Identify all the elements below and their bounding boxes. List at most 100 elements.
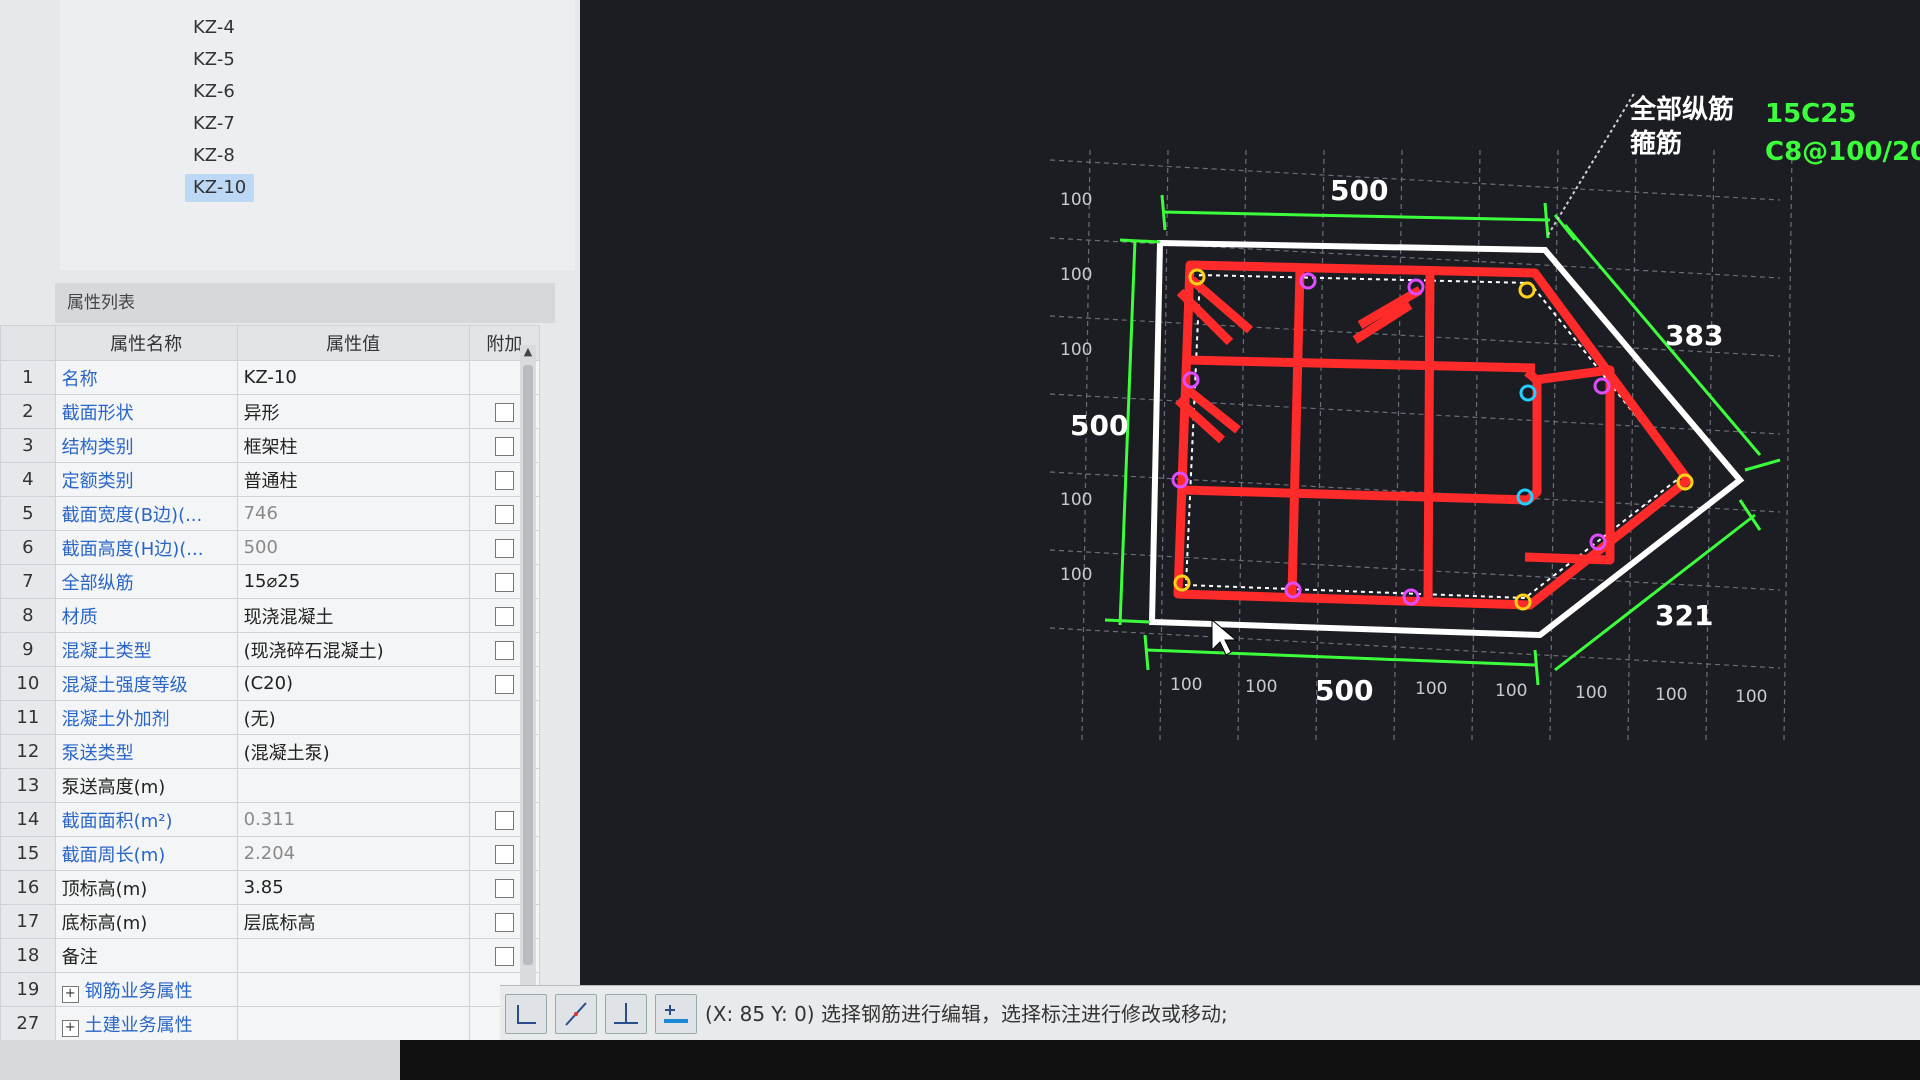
row-number: 2 xyxy=(0,394,56,429)
tree-item[interactable]: KZ-6 xyxy=(185,78,243,106)
property-row[interactable]: 1 名称 KZ-10 xyxy=(0,360,541,395)
property-value[interactable]: 15⌀25 xyxy=(236,564,470,599)
property-value[interactable] xyxy=(236,938,470,973)
property-value[interactable] xyxy=(236,972,470,1007)
extra-checkbox[interactable] xyxy=(494,640,514,660)
property-value[interactable]: 异形 xyxy=(236,394,470,429)
extra-checkbox[interactable] xyxy=(494,878,514,898)
rebar-value[interactable]: 15C25 xyxy=(1765,99,1856,129)
dim-diag-bottom-label[interactable]: 321 xyxy=(1655,599,1713,632)
ortho-icon[interactable] xyxy=(505,994,547,1034)
extra-checkbox[interactable] xyxy=(494,436,514,456)
property-row[interactable]: 15 截面周长(m) 2.204 xyxy=(0,836,541,871)
extra-checkbox[interactable] xyxy=(494,844,514,864)
property-row[interactable]: 12 泵送类型 (混凝土泵) xyxy=(0,734,541,769)
expand-icon[interactable]: + xyxy=(61,985,79,1003)
extra-checkbox[interactable] xyxy=(494,470,514,490)
dimension-tool-icon[interactable] xyxy=(655,994,697,1034)
property-row[interactable]: 19 + 钢筋业务属性 xyxy=(0,972,541,1007)
property-name-text: 截面形状 xyxy=(61,402,134,424)
row-number: 16 xyxy=(0,870,56,905)
extra-checkbox[interactable] xyxy=(494,810,514,830)
tree-item[interactable]: KZ-8 xyxy=(185,142,243,170)
property-row[interactable]: 4 定额类别 普通柱 xyxy=(0,462,541,497)
extra-checkbox[interactable] xyxy=(494,946,514,966)
property-value[interactable]: 普通柱 xyxy=(236,462,470,497)
property-value[interactable] xyxy=(236,768,470,803)
property-row[interactable]: 6 截面高度(H边)(... 500 xyxy=(0,530,541,565)
property-name: 截面高度(H边)(... xyxy=(54,530,238,565)
dim-top-label[interactable]: 500 xyxy=(1330,174,1388,207)
property-value[interactable]: 2.204 xyxy=(236,836,470,871)
scroll-up-icon[interactable]: ▲ xyxy=(520,345,536,361)
row-number: 5 xyxy=(0,496,56,531)
property-value[interactable]: (混凝土泵) xyxy=(236,734,470,769)
tree-item[interactable]: KZ-4 xyxy=(185,14,243,42)
drawing-canvas[interactable]: 100 100 100 100 100 100 100 100 100 100 100 100 xyxy=(580,0,1920,985)
tree-item[interactable]: KZ-7 xyxy=(185,110,243,138)
property-name: + 钢筋业务属性 xyxy=(54,972,238,1007)
property-value[interactable]: 746 xyxy=(236,496,470,531)
property-name: 定额类别 xyxy=(54,462,238,497)
property-name: 混凝土类型 xyxy=(54,632,238,667)
property-row[interactable]: 16 顶标高(m) 3.85 xyxy=(0,870,541,905)
property-name: 截面形状 xyxy=(54,394,238,429)
expand-icon[interactable]: + xyxy=(61,1019,79,1037)
property-value[interactable] xyxy=(236,1006,470,1041)
property-row[interactable]: 5 截面宽度(B边)(... 746 xyxy=(0,496,541,531)
property-value[interactable]: 500 xyxy=(236,530,470,565)
stirrup-value[interactable]: C8@100/200 xyxy=(1765,137,1920,167)
property-value[interactable]: 现浇混凝土 xyxy=(236,598,470,633)
scroll-thumb[interactable] xyxy=(523,365,533,965)
extra-checkbox[interactable] xyxy=(494,606,514,626)
tree-item-selected[interactable]: KZ-10 xyxy=(185,174,255,202)
extra-checkbox[interactable] xyxy=(494,674,514,694)
property-name: 全部纵筋 xyxy=(54,564,238,599)
dim-diag-top-label[interactable]: 383 xyxy=(1665,319,1723,352)
extra-checkbox[interactable] xyxy=(494,504,514,524)
row-number: 19 xyxy=(0,972,56,1007)
property-row[interactable]: 3 结构类别 框架柱 xyxy=(0,428,541,463)
property-row[interactable]: 17 底标高(m) 层底标高 xyxy=(0,904,541,939)
dim-bottom-label[interactable]: 500 xyxy=(1315,674,1373,707)
extra-checkbox[interactable] xyxy=(494,402,514,422)
property-row[interactable]: 7 全部纵筋 15⌀25 xyxy=(0,564,541,599)
grid-line-vertical xyxy=(1315,149,1325,741)
property-value[interactable]: 层底标高 xyxy=(236,904,470,939)
extra-checkbox[interactable] xyxy=(494,912,514,932)
grid-line-vertical xyxy=(1081,149,1091,741)
extra-checkbox[interactable] xyxy=(494,572,514,592)
extra-checkbox[interactable] xyxy=(494,538,514,558)
row-number: 10 xyxy=(0,666,56,701)
component-tree: KZ-4 KZ-5 KZ-6 KZ-7 KZ-8 KZ-10 xyxy=(60,0,575,270)
property-row[interactable]: 8 材质 现浇混凝土 xyxy=(0,598,541,633)
property-value[interactable]: 框架柱 xyxy=(236,428,470,463)
snap-icon[interactable] xyxy=(555,994,597,1034)
property-row[interactable]: 14 截面面积(m²) 0.311 xyxy=(0,802,541,837)
property-value[interactable]: (现浇碎石混凝土) xyxy=(236,632,470,667)
property-value[interactable]: (无) xyxy=(236,700,470,735)
property-row[interactable]: 27 + 土建业务属性 xyxy=(0,1006,541,1041)
property-row[interactable]: 10 混凝土强度等级 (C20) xyxy=(0,666,541,701)
property-name-text: 混凝土类型 xyxy=(61,640,152,662)
property-row[interactable]: 2 截面形状 异形 xyxy=(0,394,541,429)
property-scrollbar[interactable]: ▲ ▼ xyxy=(520,345,536,1045)
property-value[interactable]: 0.311 xyxy=(236,802,470,837)
row-number: 17 xyxy=(0,904,56,939)
property-row[interactable]: 13 泵送高度(m) xyxy=(0,768,541,803)
property-row[interactable]: 9 混凝土类型 (现浇碎石混凝土) xyxy=(0,632,541,667)
property-row[interactable]: 18 备注 xyxy=(0,938,541,973)
grid-label-bottom: 100 xyxy=(1735,687,1767,707)
property-row[interactable]: 11 混凝土外加剂 (无) xyxy=(0,700,541,735)
header-name: 属性名称 xyxy=(54,325,238,361)
grid-label-left: 100 xyxy=(1060,340,1092,360)
property-value[interactable]: 3.85 xyxy=(236,870,470,905)
rebar-point[interactable] xyxy=(1518,281,1536,299)
tree-item[interactable]: KZ-5 xyxy=(185,46,243,74)
property-value[interactable]: (C20) xyxy=(236,666,470,701)
property-name: 顶标高(m) xyxy=(54,870,238,905)
perpendicular-icon[interactable] xyxy=(605,994,647,1034)
property-value[interactable]: KZ-10 xyxy=(236,360,470,395)
dim-left-label[interactable]: 500 xyxy=(1070,409,1128,442)
property-name: 截面宽度(B边)(... xyxy=(54,496,238,531)
